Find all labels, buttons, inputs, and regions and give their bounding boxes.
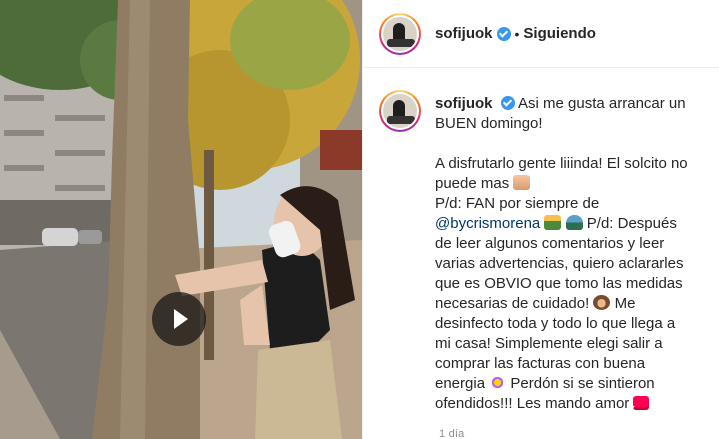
- caption-line: P/d: FAN por siempre de: [435, 195, 600, 212]
- separator-dot: •: [514, 25, 520, 42]
- post-panel: sofijuok • Siguiendo sofijuok Asi me gus…: [362, 0, 719, 439]
- sparkle-emoji-icon: [489, 375, 507, 390]
- caption-line: Asi me gusta arrancar un: [518, 95, 686, 112]
- caption-line: varias advertencias, quiero aclararles: [435, 255, 684, 272]
- monkey-emoji-icon: [593, 295, 611, 310]
- play-button[interactable]: [152, 292, 206, 346]
- caption-line: mi casa! Simplemente elegi salir a: [435, 335, 663, 352]
- caption-line: comprar las facturas con buena: [435, 355, 646, 372]
- caption-line: de leer algunos comentarios y leer: [435, 235, 665, 252]
- post-timestamp[interactable]: 1 día: [439, 428, 464, 439]
- verified-badge-icon: [500, 96, 515, 110]
- caption-line: necesarias de cuidado!: [435, 295, 590, 312]
- post-media[interactable]: [0, 0, 362, 439]
- caption-line: P/d: Después: [586, 215, 677, 232]
- caption-line: Perdón si se sintieron: [510, 375, 655, 392]
- caption-username[interactable]: sofijuok: [435, 95, 493, 112]
- woman-emoji-icon: [544, 215, 562, 230]
- following-button[interactable]: Siguiendo: [523, 25, 596, 42]
- caption-line: que es OBVIO que tomo las medidas: [435, 275, 683, 292]
- header-avatar[interactable]: [379, 12, 421, 55]
- hands-emoji-icon: [513, 175, 531, 190]
- caption-line: BUEN domingo!: [435, 115, 543, 132]
- verified-badge-icon: [496, 26, 511, 41]
- mention-link[interactable]: @bycrismorena: [435, 215, 540, 232]
- caption-avatar[interactable]: [379, 90, 421, 132]
- post-header: sofijuok • Siguiendo: [363, 0, 719, 68]
- caption-line: energia: [435, 375, 486, 392]
- caption-line: Me: [614, 295, 636, 312]
- heart-emoji-icon: [633, 396, 650, 410]
- post-photo: [0, 0, 362, 439]
- caption-line: puede mas: [435, 175, 510, 192]
- caption-section: sofijuok Asi me gusta arrancar un BUEN d…: [363, 68, 719, 414]
- caption-line: A disfrutarlo gente liiinda! El solcito …: [435, 155, 688, 172]
- play-icon: [174, 309, 188, 329]
- caption-text: sofijuok Asi me gusta arrancar un BUEN d…: [435, 94, 703, 414]
- header-username[interactable]: sofijuok: [435, 25, 493, 42]
- car-emoji-icon: [565, 215, 583, 230]
- caption-line: ofendidos!!! Les mando amor: [435, 395, 630, 412]
- caption-line: desinfecto toda y todo lo que llega a: [435, 315, 676, 332]
